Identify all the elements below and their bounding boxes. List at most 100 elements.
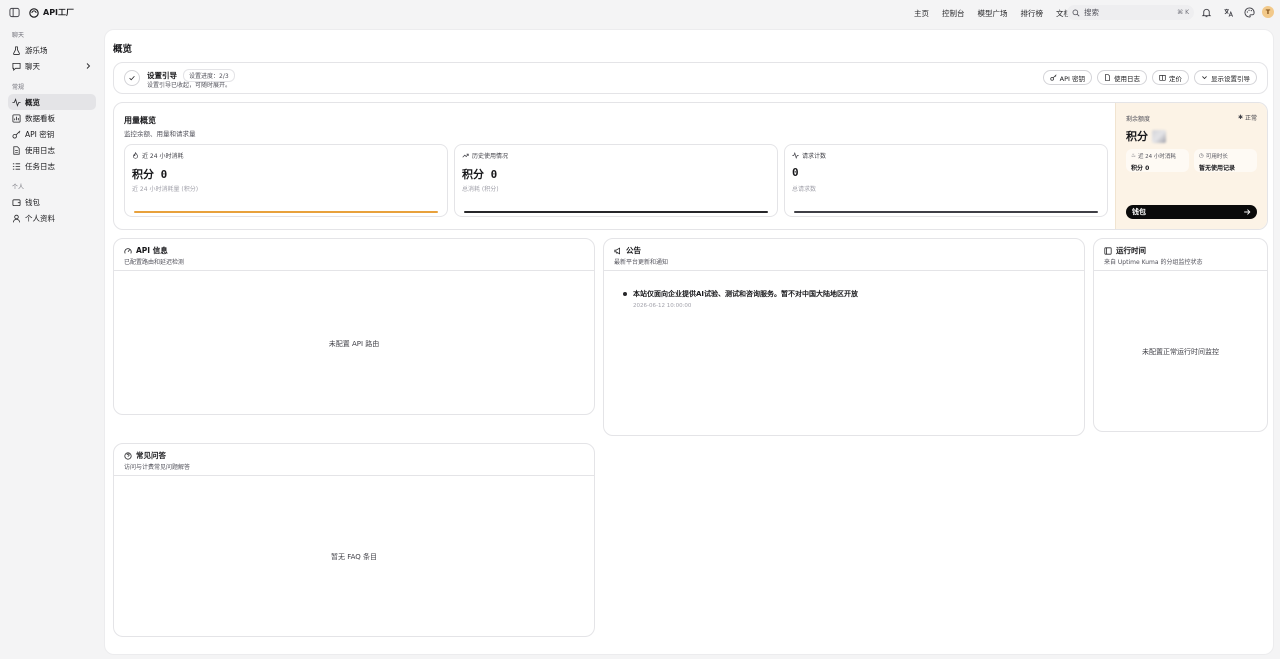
stat-sub: 总消耗 (积分) (462, 186, 499, 193)
user-icon (12, 214, 21, 223)
stat-value: 0 (792, 166, 799, 179)
sidebar-item-overview[interactable]: 概览 (8, 94, 96, 110)
sidebar-item-label: API 密钥 (25, 129, 55, 139)
sidebar-group-personal: 个人 (12, 184, 25, 191)
top-bar: API工厂 主页 控制台 模型广场 排行榜 文档 搜索 ⌘ K T (0, 0, 1280, 26)
palette-icon[interactable] (1244, 7, 1255, 18)
activity-icon (792, 152, 799, 159)
stat-bar (464, 211, 768, 213)
sidebar-item-label: 使用日志 (25, 145, 55, 155)
wallet-button[interactable]: 钱包 (1126, 205, 1257, 219)
stat-card-requests: 请求计数 0 总请求数 (784, 144, 1108, 217)
flame-icon: ♨ (1131, 153, 1136, 159)
bell-icon[interactable] (1201, 7, 1212, 18)
search-icon (1072, 9, 1080, 16)
sidebar-item-chat[interactable]: 聊天 (8, 58, 96, 74)
stat-label: 请求计数 (802, 153, 827, 160)
logo-icon (29, 7, 39, 18)
quota-panel: 剩余额度 ✱ 正常 积分 ♨ 近 24 小时消耗 积分 0 ◷ 可用时长 暂无使用记… (1115, 103, 1267, 229)
search-input[interactable]: 搜索 ⌘ K (1067, 5, 1194, 20)
main-content: 概览 设置引导 设置进度：2/3 设置引导已收起，可随时展开。 API 密钥 使… (104, 29, 1274, 655)
sidebar-item-dashboard[interactable]: 数据看板 (8, 110, 96, 126)
wallet-button-label: 钱包 (1132, 208, 1146, 216)
sidebar-item-playground[interactable]: 游乐场 (8, 42, 96, 58)
sidebar-item-label: 游乐场 (25, 45, 48, 55)
setup-guide-desc: 设置引导已收起，可随时展开。 (147, 82, 232, 89)
nav-leaderboard[interactable]: 排行榜 (1021, 8, 1044, 19)
announcement-item[interactable]: 本站仅面向企业提供AI试验、测试和咨询服务。暂不对中国大陆地区开放 2026-0… (623, 289, 858, 309)
sidebar-group-chat: 聊天 (12, 32, 25, 39)
logo-text: API工厂 (43, 8, 75, 17)
stat-value: 积分 0 (462, 168, 498, 181)
api-keys-button[interactable]: API 密钥 (1042, 70, 1092, 85)
sidebar-item-label: 任务日志 (25, 161, 55, 171)
stat-bar (794, 211, 1098, 213)
search-placeholder: 搜索 (1084, 8, 1099, 17)
sparkle-icon: ✱ (1237, 114, 1243, 121)
api-info-title: API 信息 (136, 246, 168, 255)
pricing-button-label: 定价 (1169, 74, 1182, 83)
show-setup-guide-label: 显示设置引导 (1211, 74, 1250, 83)
nav-home[interactable]: 主页 (914, 8, 929, 19)
avatar[interactable]: T (1262, 6, 1274, 18)
key-icon (12, 130, 21, 139)
main-nav: 主页 控制台 模型广场 排行榜 文档 (914, 0, 1071, 26)
quota-box-value: 暂无使用记录 (1199, 165, 1236, 172)
bullet-dot (623, 292, 627, 296)
nav-model-square[interactable]: 模型广场 (978, 8, 1008, 19)
stat-sub: 近 24 小时消耗量 (积分) (132, 186, 199, 193)
sidebar-item-label: 钱包 (25, 197, 40, 207)
language-icon[interactable] (1223, 7, 1234, 18)
sidebar-item-label: 数据看板 (25, 113, 55, 123)
notice-card: 公告 最新平台更新和通知 本站仅面向企业提供AI试验、测试和咨询服务。暂不对中国… (603, 238, 1085, 436)
stat-card-24h: 近 24 小时消耗 积分 0 近 24 小时消耗量 (积分) (124, 144, 448, 217)
server-icon (1104, 246, 1112, 255)
blurred-amount (1152, 129, 1166, 143)
quota-value-text: 积分 (1126, 130, 1148, 143)
announcement-text: 本站仅面向企业提供AI试验、测试和咨询服务。暂不对中国大陆地区开放 (633, 290, 859, 298)
api-info-desc: 已配置路由和延迟检测 (124, 259, 185, 266)
faq-title: 常见问答 (136, 451, 166, 460)
api-info-card: API 信息 已配置路由和延迟检测 未配置 API 路由 (113, 238, 595, 415)
stat-bar (134, 211, 438, 213)
book-icon (1159, 74, 1166, 81)
api-keys-button-label: API 密钥 (1059, 74, 1085, 83)
pricing-button[interactable]: 定价 (1152, 70, 1189, 85)
dashboard-icon (12, 113, 21, 123)
uptime-desc: 来自 Uptime Kuma 的分组监控状态 (1104, 259, 1203, 266)
quota-status-text: 正常 (1244, 115, 1257, 122)
nav-console[interactable]: 控制台 (942, 8, 965, 19)
uptime-empty: 未配置正常运行时间监控 (1142, 348, 1219, 356)
sidebar-toggle-icon[interactable] (9, 7, 20, 18)
show-setup-guide-button[interactable]: 显示设置引导 (1194, 70, 1257, 85)
faq-empty: 暂无 FAQ 条目 (330, 553, 377, 561)
search-shortcut: ⌘ K (1177, 9, 1189, 16)
avatar-letter: T (1265, 8, 1271, 16)
uptime-card: 运行时间 来自 Uptime Kuma 的分组监控状态 未配置正常运行时间监控 (1093, 238, 1268, 432)
message-icon (12, 62, 21, 71)
quota-status: ✱ 正常 (1238, 113, 1257, 122)
app-logo[interactable]: API工厂 (29, 7, 74, 18)
stat-card-history: 历史使用情况 积分 0 总消耗 (积分) (454, 144, 778, 217)
sidebar-item-label: 个人资料 (25, 213, 55, 223)
activity-icon (12, 97, 21, 107)
setup-guide-card: 设置引导 设置进度：2/3 设置引导已收起，可随时展开。 API 密钥 使用日志… (113, 62, 1268, 94)
sidebar-item-usage-logs[interactable]: 使用日志 (8, 142, 96, 158)
clock-icon: ◷ (1199, 153, 1204, 159)
sidebar-item-label: 概览 (25, 97, 40, 107)
sidebar-item-profile[interactable]: 个人资料 (8, 210, 96, 226)
sidebar-item-api-keys[interactable]: API 密钥 (8, 126, 96, 142)
stat-sub: 总请求数 (792, 186, 817, 193)
flask-icon (12, 45, 21, 55)
sidebar-item-wallet[interactable]: 钱包 (8, 194, 96, 210)
stat-value: 积分 0 (132, 168, 168, 181)
faq-desc: 访问与计费常见问题解答 (124, 464, 191, 471)
usage-logs-button[interactable]: 使用日志 (1097, 70, 1147, 85)
chevron-right-icon[interactable] (84, 62, 92, 70)
trend-up-icon (462, 152, 469, 159)
sidebar-item-task-logs[interactable]: 任务日志 (8, 158, 96, 174)
stat-label: 历史使用情况 (472, 153, 509, 160)
file-icon (1104, 74, 1111, 81)
flame-icon (132, 152, 139, 159)
announcement-date: 2026-06-12 10:00:00 (633, 303, 692, 309)
